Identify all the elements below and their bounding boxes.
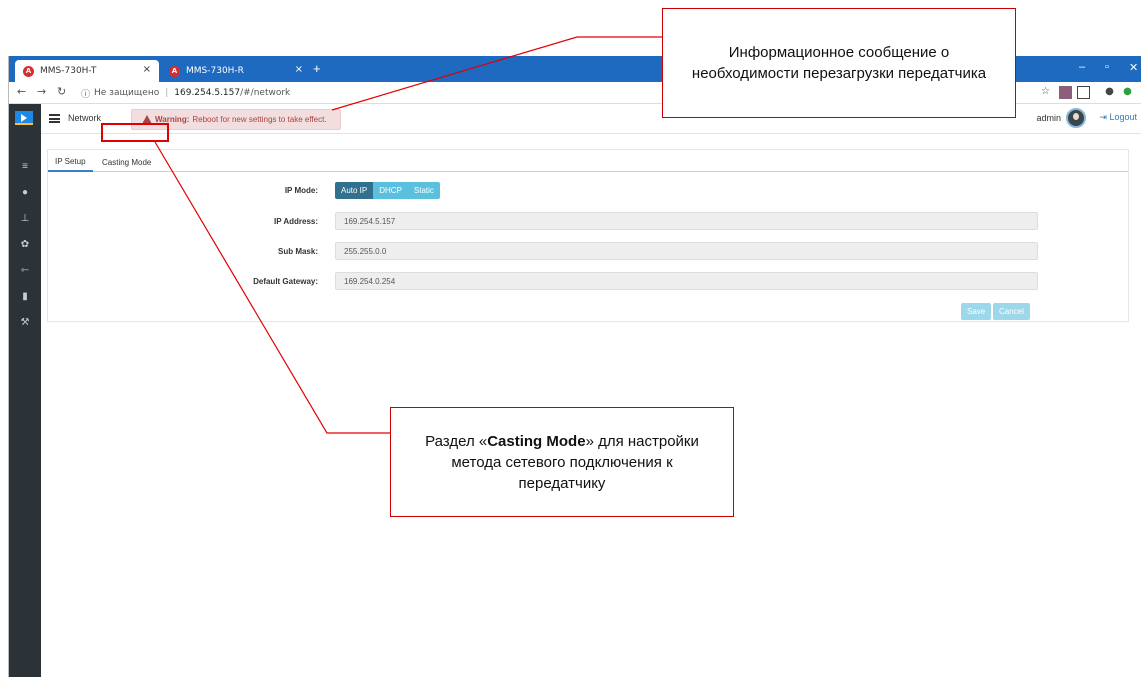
leader-line-casting [154,141,390,434]
casting-mode-highlight [101,123,169,142]
callout-casting-text: Раздел «Casting Mode» для настройки мето… [421,431,703,494]
callout-casting-pre: Раздел « [425,432,488,450]
callout-casting-bold: Casting Mode [487,432,586,450]
callout-casting-mode: Раздел «Casting Mode» для настройки мето… [390,407,734,517]
callout-warning-text: Информационное сообщение о необходимости… [691,44,987,82]
leader-line-warning [331,36,662,111]
callout-warning: Информационное сообщение о необходимости… [662,8,1016,118]
